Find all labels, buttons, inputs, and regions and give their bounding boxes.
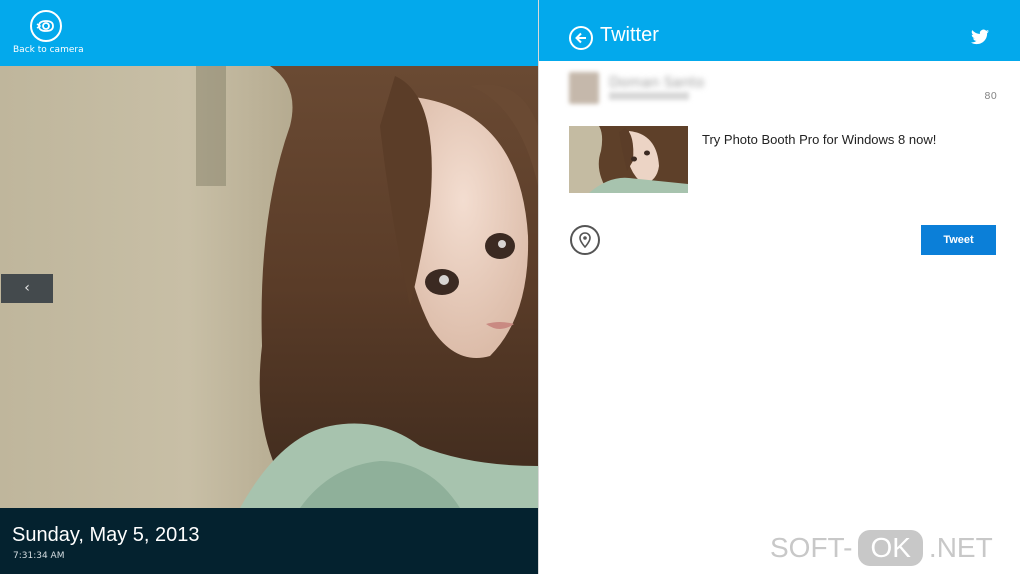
back-to-camera-button[interactable]: Back to camera [10, 8, 84, 60]
chevron-left-icon: ‹ [24, 280, 30, 296]
watermark-pill: OK [858, 530, 923, 566]
watermark-right: .NET [928, 532, 993, 563]
photo-info-bar: Sunday, May 5, 2013 7:31:34 AM [0, 508, 538, 574]
account-name: Doman Santo [609, 75, 705, 91]
share-title: Twitter [600, 24, 659, 46]
location-pin-icon [579, 232, 591, 248]
camera-icon [30, 10, 62, 42]
photo-date: Sunday, May 5, 2013 [12, 524, 200, 546]
location-button[interactable] [570, 225, 600, 255]
character-count: 80 [984, 91, 997, 102]
photo-time: 7:31:34 AM [13, 551, 65, 561]
account-handle-blur [609, 92, 689, 100]
back-to-camera-label: Back to camera [13, 45, 84, 55]
watermark-left: SOFT- [770, 532, 853, 563]
tweet-button[interactable]: Tweet [921, 225, 996, 255]
photo-thumbnail [569, 126, 688, 193]
tweet-message-input[interactable] [702, 128, 992, 150]
back-arrow-icon [575, 32, 586, 44]
watermark: SOFT- OK .NET [770, 527, 993, 569]
previous-photo-button[interactable]: ‹ [1, 274, 53, 303]
share-header: Twitter [539, 0, 1020, 61]
portrait-photo [0, 66, 538, 508]
twitter-share-pane: Twitter Doman Santo 80 Tweet [538, 0, 1020, 574]
back-arrow-button[interactable] [569, 26, 593, 50]
twitter-bird-icon [971, 29, 989, 45]
avatar [569, 72, 599, 104]
account-info: Doman Santo [569, 72, 769, 108]
viewer-header: Back to camera [0, 0, 538, 66]
photo-viewer: Back to camera ‹ Sunday, May 5, 2013 7:3… [0, 0, 538, 574]
